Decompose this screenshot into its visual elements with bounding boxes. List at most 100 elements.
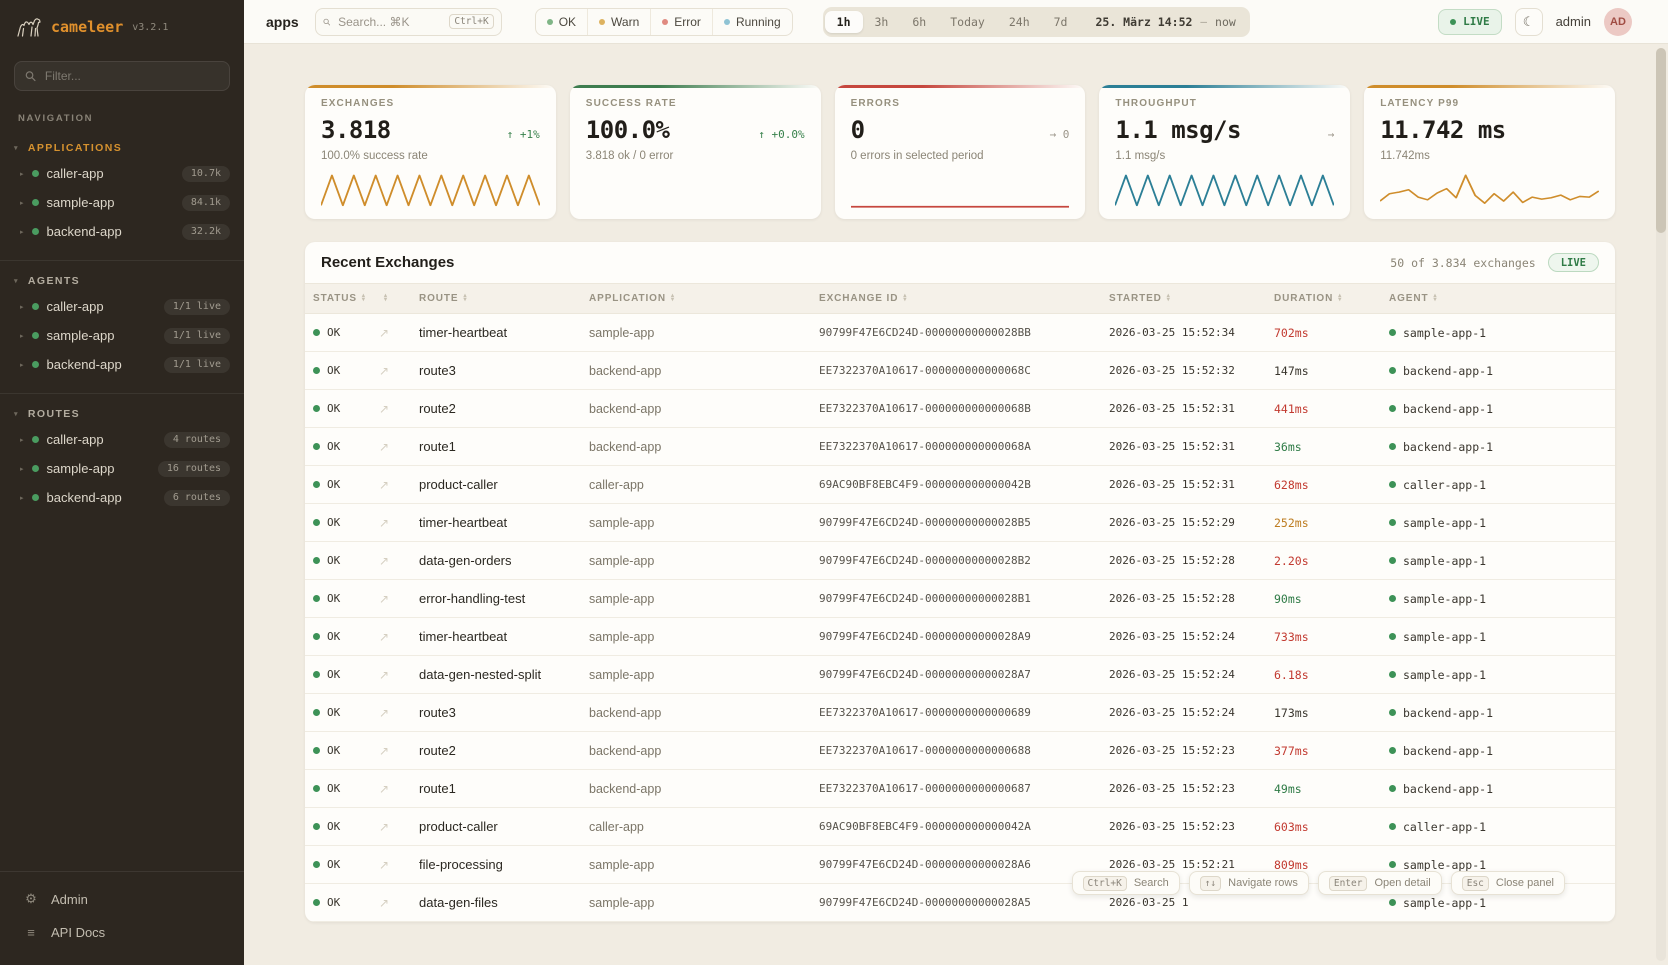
table-row[interactable]: OK↗data-gen-orderssample-app90799F47E6CD… — [305, 542, 1615, 580]
open-detail-arrow-icon[interactable]: ↗ — [379, 858, 389, 872]
table-row[interactable]: OK↗error-handling-testsample-app90799F47… — [305, 580, 1615, 618]
agent-value: caller-app-1 — [1389, 820, 1607, 834]
started-cell: 2026-03-25 15:52:31 — [1101, 466, 1266, 504]
stat-card-throughput[interactable]: THROUGHPUT1.1 msg/s→1.1 msg/s — [1099, 85, 1350, 219]
open-detail-arrow-icon[interactable]: ↗ — [379, 668, 389, 682]
column-header-trend[interactable]: ▴▾ — [371, 284, 411, 314]
open-detail-arrow-icon[interactable]: ↗ — [379, 554, 389, 568]
table-row[interactable]: OK↗route2backend-appEE7322370A10617-0000… — [305, 732, 1615, 770]
agent-value: backend-app-1 — [1389, 402, 1607, 416]
date-range-label[interactable]: 25. März 14:52 — [1079, 15, 1200, 29]
search-input[interactable] — [336, 14, 443, 30]
table-row[interactable]: OK↗product-callercaller-app69AC90BF8EBC4… — [305, 466, 1615, 504]
open-detail-arrow-icon[interactable]: ↗ — [379, 744, 389, 758]
open-detail-arrow-icon[interactable]: ↗ — [379, 782, 389, 796]
logo[interactable]: cameleer v3.2.1 — [0, 0, 244, 51]
live-status-badge[interactable]: LIVE — [1438, 9, 1502, 35]
open-detail-arrow-icon[interactable]: ↗ — [379, 706, 389, 720]
global-search[interactable]: Ctrl+K — [315, 8, 502, 36]
sort-icon[interactable]: ▴▾ — [362, 294, 366, 303]
status-value: OK — [313, 516, 363, 529]
sidebar-item-backend-app[interactable]: ▸backend-app6 routes — [0, 483, 244, 512]
time-range-1h[interactable]: 1h — [825, 11, 863, 33]
table-row[interactable]: OK↗route3backend-appEE7322370A10617-0000… — [305, 352, 1615, 390]
open-detail-arrow-icon[interactable]: ↗ — [379, 896, 389, 910]
table-live-badge[interactable]: LIVE — [1548, 253, 1599, 272]
status-filter-ok[interactable]: OK — [536, 9, 587, 35]
column-header-duration[interactable]: DURATION▴▾ — [1266, 284, 1381, 314]
sort-icon[interactable]: ▴▾ — [1167, 294, 1171, 303]
table-row[interactable]: OK↗product-callercaller-app69AC90BF8EBC4… — [305, 808, 1615, 846]
sort-icon[interactable]: ▴▾ — [1338, 294, 1342, 303]
table-row[interactable]: OK↗data-gen-nested-splitsample-app90799F… — [305, 656, 1615, 694]
sort-icon[interactable]: ▴▾ — [384, 294, 388, 303]
stat-card-errors[interactable]: ERRORS0→ 00 errors in selected period — [835, 85, 1086, 219]
sidebar-item-caller-app[interactable]: ▸caller-app1/1 live — [0, 292, 244, 321]
status-filter-warn[interactable]: Warn — [587, 9, 650, 35]
column-header-agent[interactable]: AGENT▴▾ — [1381, 284, 1615, 314]
table-row[interactable]: OK↗timer-heartbeatsample-app90799F47E6CD… — [305, 314, 1615, 352]
section-header-routes[interactable]: ▾ROUTES — [0, 403, 244, 425]
open-detail-arrow-icon[interactable]: ↗ — [379, 402, 389, 416]
application-cell: backend-app — [581, 732, 811, 770]
open-detail-arrow-icon[interactable]: ↗ — [379, 630, 389, 644]
table-row[interactable]: OK↗route1backend-appEE7322370A10617-0000… — [305, 770, 1615, 808]
column-header-status[interactable]: STATUS▴▾ — [305, 284, 371, 314]
sidebar-item-sample-app[interactable]: ▸sample-app1/1 live — [0, 321, 244, 350]
time-range-today[interactable]: Today — [938, 11, 997, 33]
sidebar-item-caller-app[interactable]: ▸caller-app10.7k — [0, 159, 244, 188]
agent-text: sample-app-1 — [1403, 516, 1486, 530]
stat-card-exchanges[interactable]: EXCHANGES3.818↑ +1%100.0% success rate — [305, 85, 556, 219]
stat-card-success-rate[interactable]: SUCCESS RATE100.0%↑ +0.0%3.818 ok / 0 er… — [570, 85, 821, 219]
scrollbar-thumb[interactable] — [1656, 48, 1666, 233]
sort-icon[interactable]: ▴▾ — [1434, 294, 1438, 303]
open-detail-arrow-icon[interactable]: ↗ — [379, 326, 389, 340]
sidebar-item-backend-app[interactable]: ▸backend-app1/1 live — [0, 350, 244, 379]
status-filter-error[interactable]: Error — [650, 9, 712, 35]
section-header-agents[interactable]: ▾AGENTS — [0, 270, 244, 292]
dark-mode-toggle[interactable]: ☾ — [1515, 8, 1543, 36]
status-filter-running[interactable]: Running — [712, 9, 792, 35]
route-cell: data-gen-orders — [411, 542, 581, 580]
sort-icon[interactable]: ▴▾ — [903, 294, 907, 303]
open-detail-arrow-icon[interactable]: ↗ — [379, 820, 389, 834]
column-header-started[interactable]: STARTED▴▾ — [1101, 284, 1266, 314]
sidebar-filter[interactable] — [14, 61, 230, 91]
avatar[interactable]: AD — [1604, 8, 1632, 36]
section-header-applications[interactable]: ▾APPLICATIONS — [0, 137, 244, 159]
open-detail-arrow-icon[interactable]: ↗ — [379, 592, 389, 606]
sidebar-item-caller-app[interactable]: ▸caller-app4 routes — [0, 425, 244, 454]
filter-input[interactable] — [43, 68, 219, 84]
chevron-right-icon: ▸ — [20, 199, 24, 207]
stat-card-latency-p99[interactable]: LATENCY P9911.742 ms11.742ms — [1364, 85, 1615, 219]
scrollbar[interactable] — [1656, 48, 1666, 961]
table-row[interactable]: OK↗timer-heartbeatsample-app90799F47E6CD… — [305, 618, 1615, 656]
agent-dot-icon — [1389, 329, 1396, 336]
time-range-6h[interactable]: 6h — [900, 11, 938, 33]
open-detail-arrow-icon[interactable]: ↗ — [379, 478, 389, 492]
duration-cell: 628ms — [1266, 466, 1381, 504]
column-header-application[interactable]: APPLICATION▴▾ — [581, 284, 811, 314]
sidebar-item-sample-app[interactable]: ▸sample-app84.1k — [0, 188, 244, 217]
table-row[interactable]: OK↗route2backend-appEE7322370A10617-0000… — [305, 390, 1615, 428]
time-range-3h[interactable]: 3h — [863, 11, 901, 33]
sidebar-footer-admin[interactable]: ⚙Admin — [0, 882, 244, 916]
sort-icon[interactable]: ▴▾ — [464, 294, 468, 303]
username: admin — [1556, 14, 1591, 29]
status-cell: OK — [305, 466, 371, 504]
table-row[interactable]: OK↗timer-heartbeatsample-app90799F47E6CD… — [305, 504, 1615, 542]
time-range-7d[interactable]: 7d — [1042, 11, 1080, 33]
sidebar-item-backend-app[interactable]: ▸backend-app32.2k — [0, 217, 244, 246]
sidebar-item-sample-app[interactable]: ▸sample-app16 routes — [0, 454, 244, 483]
open-detail-arrow-icon[interactable]: ↗ — [379, 364, 389, 378]
open-detail-arrow-icon[interactable]: ↗ — [379, 440, 389, 454]
open-detail-arrow-icon[interactable]: ↗ — [379, 516, 389, 530]
table-row[interactable]: OK↗route3backend-appEE7322370A10617-0000… — [305, 694, 1615, 732]
sort-icon[interactable]: ▴▾ — [671, 294, 675, 303]
time-range-24h[interactable]: 24h — [997, 11, 1042, 33]
column-header-route[interactable]: ROUTE▴▾ — [411, 284, 581, 314]
app-name: cameleer — [51, 18, 123, 36]
table-row[interactable]: OK↗route1backend-appEE7322370A10617-0000… — [305, 428, 1615, 466]
column-header-exchange-id[interactable]: EXCHANGE ID▴▾ — [811, 284, 1101, 314]
sidebar-footer-api-docs[interactable]: ≡API Docs — [0, 916, 244, 949]
